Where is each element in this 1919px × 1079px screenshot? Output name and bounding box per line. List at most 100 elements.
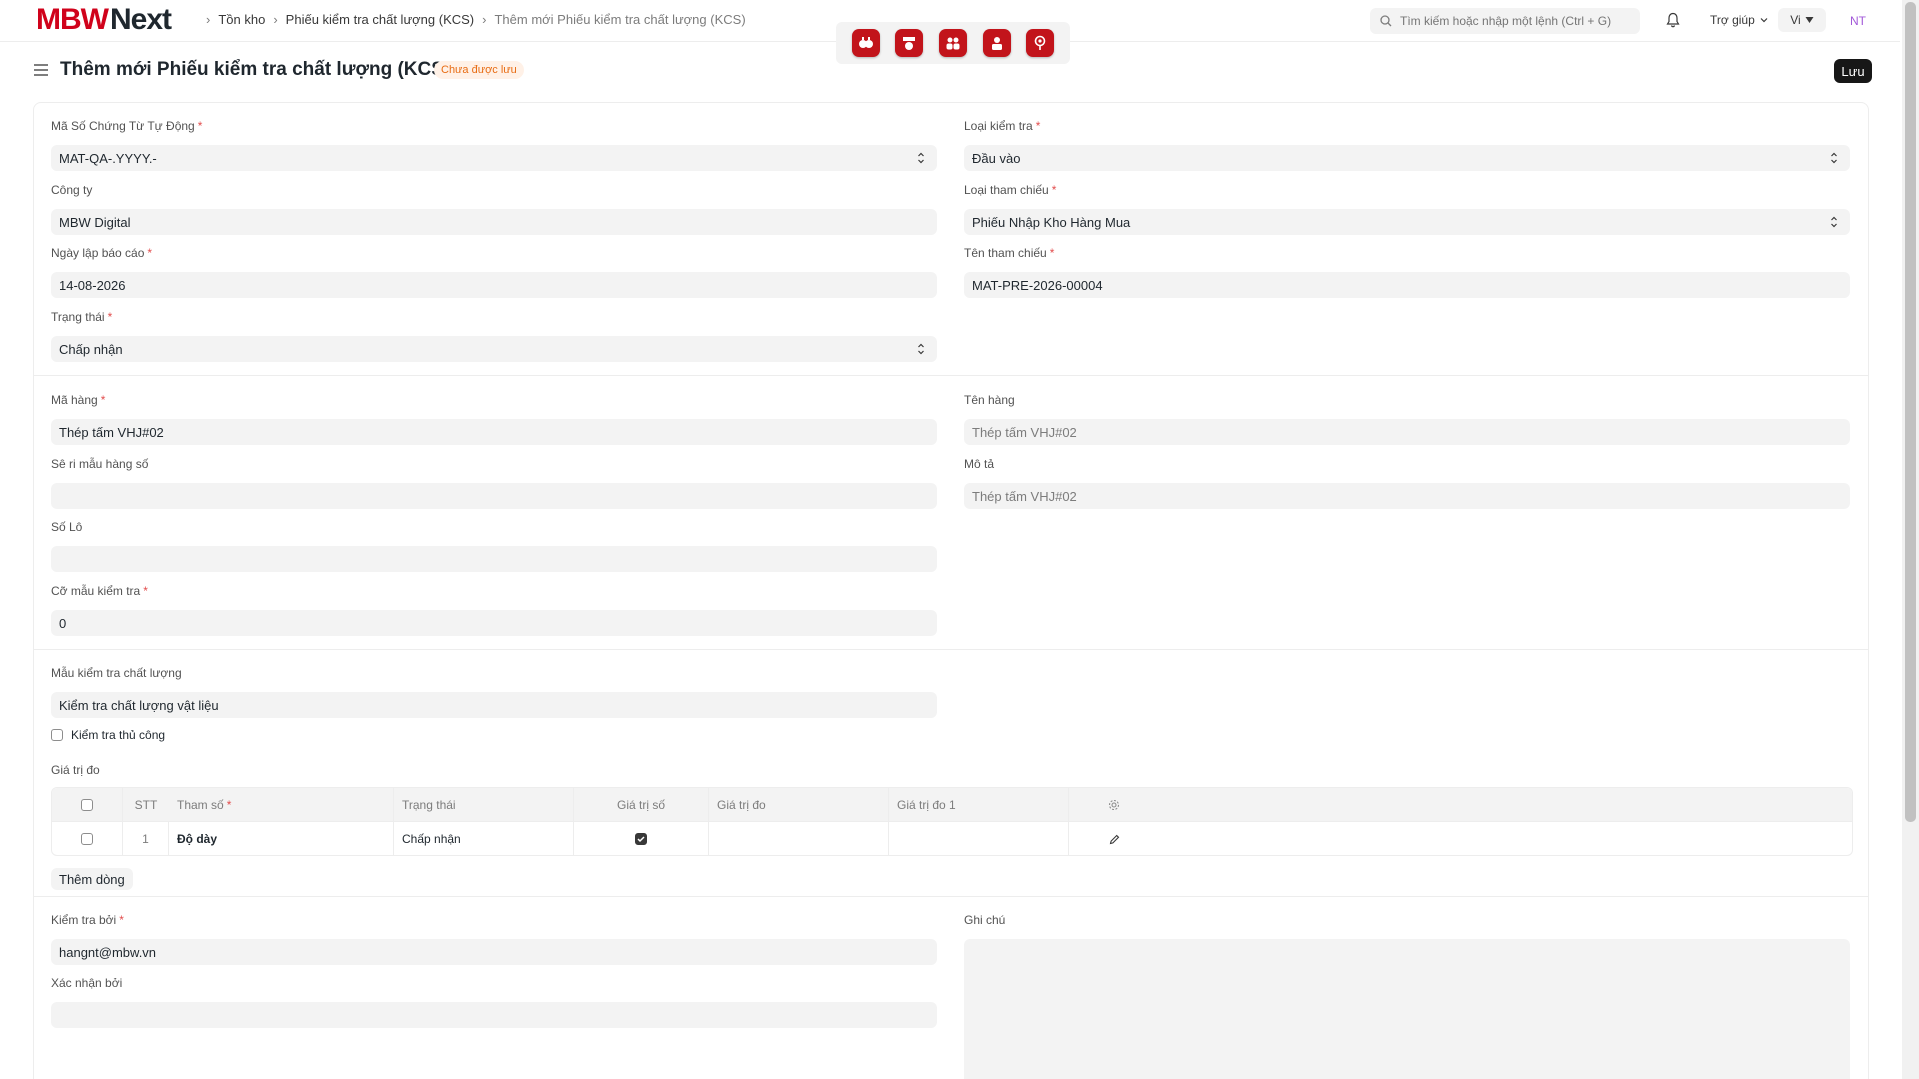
reference-type-select[interactable]: Phiếu Nhập Kho Hàng Mua [964,209,1850,235]
section-divider [34,896,1868,897]
chevron-down-icon [1760,18,1768,23]
description-label: Mô tả [964,457,995,471]
company-input[interactable]: MBW Digital [51,209,937,235]
edit-pencil-icon[interactable] [1109,834,1120,845]
reference-name-label: Tên tham chiếu [964,246,1047,260]
item-code-input[interactable]: Thép tấm VHJ#02 [51,419,937,445]
reference-type-value: Phiếu Nhập Kho Hàng Mua [972,214,1131,230]
report-date-label: Ngày lập báo cáo [51,246,145,260]
row-reading-1[interactable] [889,822,1069,855]
language-label: Vi [1790,13,1801,27]
logo-mbw-text: MBW [36,3,109,36]
required-mark: * [107,310,113,324]
inspected-by-label: Kiểm tra bởi [51,913,117,927]
verified-by-input[interactable] [51,1002,937,1028]
field-inspected-by: Kiểm tra bởi * hangnt@mbw.vn [51,913,937,965]
col-header-parameter: Tham số * [169,788,394,821]
status-badge: Chưa được lưu [434,61,524,79]
help-label: Trợ giúp [1710,13,1755,27]
help-menu[interactable]: Trợ giúp [1710,13,1769,27]
field-sample-size: Cỡ mẫu kiểm tra * 0 [51,584,937,636]
sample-size-input[interactable]: 0 [51,610,937,636]
remarks-label: Ghi chú [964,913,1006,927]
col-header-idx: STT [134,797,158,812]
serial-no-input[interactable] [51,483,937,509]
required-mark: * [100,393,106,407]
global-search[interactable] [1370,8,1640,34]
reference-type-label: Loại tham chiếu [964,183,1049,197]
search-input[interactable] [1400,14,1630,28]
breadcrumb: › Tồn kho › Phiếu kiểm tra chất lượng (K… [198,12,746,27]
form-card: Mã Số Chứng Từ Tự Động * MAT-QA-.YYYY.- L… [33,102,1869,1079]
manual-inspection-row[interactable]: Kiểm tra thủ công [51,728,165,742]
logo-next-text: Next [109,3,172,36]
readings-label: Giá trị đo [51,763,100,777]
row-numeric-checkbox[interactable] [635,833,647,845]
template-input[interactable]: Kiểm tra chất lượng vật liệu [51,692,937,718]
status-value: Chấp nhận [59,341,123,357]
inspection-type-select[interactable]: Đầu vào [964,145,1850,171]
required-mark: * [1049,246,1055,260]
sample-size-label: Cỡ mẫu kiểm tra [51,584,141,598]
page-scrollbar[interactable] [1902,0,1919,1079]
remarks-textarea[interactable] [964,939,1850,1079]
required-mark: * [1035,119,1041,133]
avatar[interactable]: NT [1846,10,1870,32]
table-header: STT Tham số * Trạng thái Giá trị số Giá t… [52,788,1852,822]
item-name-readonly: Thép tấm VHJ#02 [964,419,1850,445]
item-code-value: Thép tấm VHJ#02 [59,424,164,440]
chevron-right-icon: › [206,12,211,27]
sidebar-toggle-icon[interactable] [34,63,48,81]
row-parameter[interactable]: Độ dày [169,822,394,855]
inspected-by-value: hangnt@mbw.vn [59,944,157,960]
breadcrumb-item-quality-inspection[interactable]: Phiếu kiểm tra chất lượng (KCS) [286,12,474,27]
inspection-type-label: Loại kiểm tra [964,119,1033,133]
serial-no-label: Sê ri mẫu hàng số [51,457,149,471]
sample-size-value: 0 [59,615,67,631]
field-reference-type: Loại tham chiếu * Phiếu Nhập Kho Hàng Mua [964,183,1850,235]
scrollbar-thumb[interactable] [1905,2,1916,822]
batch-no-label: Số Lô [51,520,83,534]
select-all-checkbox[interactable] [81,798,93,811]
required-mark: * [147,246,153,260]
check-icon [637,836,645,843]
field-batch-no: Số Lô [51,520,937,572]
row-checkbox[interactable] [81,833,93,845]
template-label: Mẫu kiểm tra chất lượng [51,666,182,680]
section-divider [34,375,1868,376]
row-status[interactable]: Chấp nhận [394,822,574,855]
table-row[interactable]: 1 Độ dày Chấp nhận [52,822,1852,855]
col-header-reading-1: Giá trị đo 1 [889,788,1069,821]
bell-icon[interactable] [1666,12,1680,33]
manual-inspection-checkbox[interactable] [51,729,63,741]
row-reading[interactable] [709,822,889,855]
breadcrumb-item-stock[interactable]: Tồn kho [218,12,265,27]
language-select[interactable]: Vi [1778,8,1826,32]
add-row-button[interactable]: Thêm dòng [51,868,133,890]
col-header-reading: Giá trị đo [709,788,889,821]
top-navbar: MBW Next › Tồn kho › Phiếu kiểm tra chất… [0,0,1900,64]
field-description: Mô tả Thép tấm VHJ#02 [964,457,1850,509]
report-date-input[interactable]: 14-08-2026 [51,272,937,298]
verified-by-label: Xác nhận bởi [51,976,123,990]
batch-no-input[interactable] [51,546,937,572]
row-numeric-cell [574,822,709,855]
manual-inspection-label: Kiểm tra thủ công [71,728,166,742]
reference-name-input[interactable]: MAT-PRE-2026-00004 [964,272,1850,298]
naming-series-value: MAT-QA-.YYYY.- [59,150,157,166]
caret-down-icon [1805,17,1814,23]
field-verified-by: Xác nhận bởi [51,976,937,1028]
status-select[interactable]: Chấp nhận [51,336,937,362]
gear-icon[interactable] [1108,799,1120,811]
naming-series-select[interactable]: MAT-QA-.YYYY.- [51,145,937,171]
inspected-by-input[interactable]: hangnt@mbw.vn [51,939,937,965]
search-icon [1380,15,1392,27]
required-mark: * [226,797,232,812]
app-logo[interactable]: MBW Next [36,3,172,36]
save-button[interactable]: Lưu [1834,59,1872,83]
readings-table: STT Tham số * Trạng thái Giá trị số Giá t… [51,787,1853,856]
field-template: Mẫu kiểm tra chất lượng Kiểm tra chất lư… [51,666,937,718]
inspection-type-value: Đầu vào [972,150,1021,166]
chevron-right-icon: › [273,12,278,27]
select-arrows-icon [918,343,924,355]
